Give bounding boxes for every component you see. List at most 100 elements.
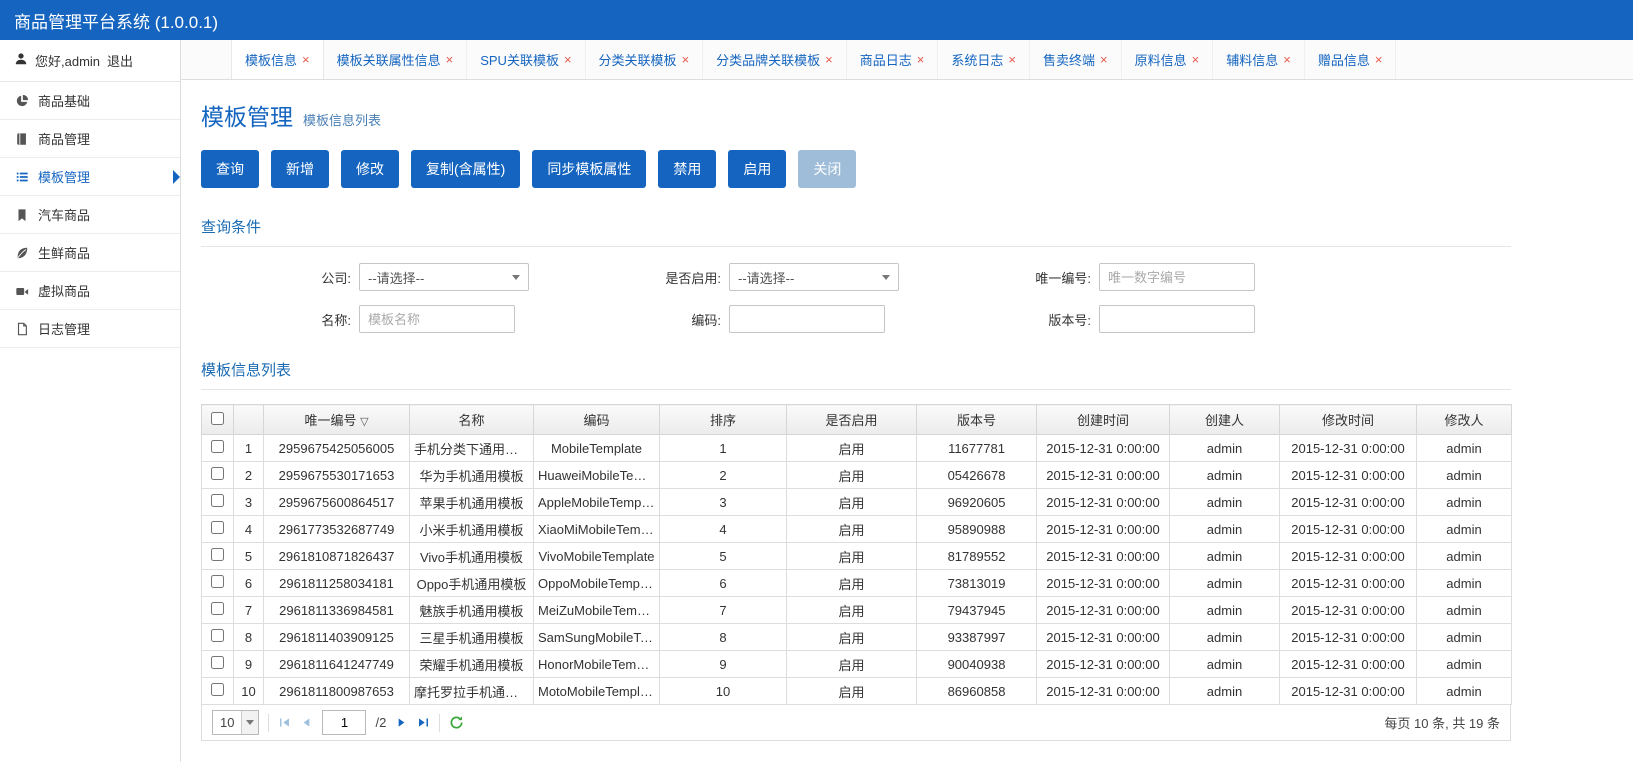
toolbar: 查询 新增 修改 复制(含属性) 同步模板属性 禁用 启用 关闭 xyxy=(201,150,1633,188)
table-row[interactable]: 4 2961773532687749 小米手机通用模板 XiaoMiMobile… xyxy=(201,515,1512,543)
column-header[interactable]: 编码 xyxy=(533,404,660,435)
first-page-button[interactable] xyxy=(278,716,291,729)
sidebar-item[interactable]: 日志管理 xyxy=(0,310,180,348)
cell-modified: 2015-12-31 0:00:00 xyxy=(1279,677,1417,705)
enable-button[interactable]: 启用 xyxy=(728,150,787,188)
column-header-uid[interactable]: 唯一编号 ▽ xyxy=(263,404,410,435)
index-column-header xyxy=(233,404,264,435)
select-all-checkbox[interactable] xyxy=(211,411,224,425)
sidebar-item[interactable]: 商品基础 xyxy=(0,82,180,120)
column-header[interactable]: 创建时间 xyxy=(1036,404,1170,435)
next-page-button[interactable] xyxy=(395,716,408,729)
tab-close-icon[interactable]: × xyxy=(446,53,454,66)
tab-label: 赠品信息 xyxy=(1317,53,1370,68)
page-input[interactable] xyxy=(322,710,367,735)
row-checkbox[interactable] xyxy=(211,683,224,696)
table-row[interactable]: 3 2959675600864517 苹果手机通用模板 AppleMobileT… xyxy=(201,488,1512,516)
column-header[interactable]: 是否启用 xyxy=(786,404,917,435)
column-header[interactable]: 创建人 xyxy=(1169,404,1280,435)
sync-template-attrs-button[interactable]: 同步模板属性 xyxy=(532,150,647,188)
table-row[interactable]: 8 2961811403909125 三星手机通用模板 SamSungMobil… xyxy=(201,623,1512,651)
table-row[interactable]: 2 2959675530171653 华为手机通用模板 HuaweiMobile… xyxy=(201,461,1512,489)
cell-enabled-status: 启用 xyxy=(786,515,917,543)
table-row[interactable]: 6 2961811258034181 Oppo手机通用模板 OppoMobile… xyxy=(201,569,1512,597)
uid-label: 唯一编号: xyxy=(1035,270,1091,286)
tab[interactable]: 辅料信息 × xyxy=(1213,40,1305,79)
tab[interactable]: 分类关联模板 × xyxy=(586,40,704,79)
sidebar-item[interactable]: 虚拟商品 xyxy=(0,272,180,310)
cell-sort: 10 xyxy=(659,677,787,705)
cell-sort: 5 xyxy=(659,542,787,570)
page-size-select[interactable]: 10 xyxy=(212,710,260,735)
tab-close-icon[interactable]: × xyxy=(302,53,310,66)
column-header[interactable]: 修改时间 xyxy=(1279,404,1417,435)
table-row[interactable]: 9 2961811641247749 荣耀手机通用模板 HonorMobileT… xyxy=(201,650,1512,678)
cell-uid: 2961773532687749 xyxy=(263,515,410,543)
row-checkbox[interactable] xyxy=(211,467,224,480)
column-header[interactable]: 修改人 xyxy=(1416,404,1512,435)
cell-creator: admin xyxy=(1169,677,1280,705)
cell-modified: 2015-12-31 0:00:00 xyxy=(1279,434,1417,462)
tab-close-icon[interactable]: × xyxy=(1008,53,1016,66)
tab-close-icon[interactable]: × xyxy=(917,53,925,66)
logout-link[interactable]: 退出 xyxy=(107,51,133,70)
cell-name: 小米手机通用模板 xyxy=(409,515,534,543)
tab[interactable]: 赠品信息 × xyxy=(1305,40,1397,79)
tab-close-icon[interactable]: × xyxy=(564,53,572,66)
row-checkbox[interactable] xyxy=(211,656,224,669)
cell-sort: 6 xyxy=(659,569,787,597)
cell-sort: 9 xyxy=(659,650,787,678)
row-checkbox[interactable] xyxy=(211,521,224,534)
refresh-button[interactable] xyxy=(449,715,464,730)
tab[interactable]: 模板信息 × xyxy=(231,40,324,79)
column-header[interactable]: 名称 xyxy=(409,404,534,435)
tab[interactable]: SPU关联模板 × xyxy=(467,40,586,79)
code-input[interactable] xyxy=(729,305,885,333)
company-select[interactable]: --请选择-- xyxy=(359,263,529,291)
sidebar-item[interactable]: 生鲜商品 xyxy=(0,234,180,272)
version-input[interactable] xyxy=(1099,305,1255,333)
row-checkbox[interactable] xyxy=(211,494,224,507)
uid-input[interactable] xyxy=(1099,263,1255,291)
sidebar-item[interactable]: 模板管理 xyxy=(0,158,180,196)
edit-button[interactable]: 修改 xyxy=(341,150,399,188)
tab-close-icon[interactable]: × xyxy=(1192,53,1200,66)
row-checkbox[interactable] xyxy=(211,440,224,453)
tab-close-icon[interactable]: × xyxy=(682,53,690,66)
tab-close-icon[interactable]: × xyxy=(1375,53,1383,66)
query-button[interactable]: 查询 xyxy=(201,150,259,188)
column-header[interactable]: 版本号 xyxy=(916,404,1037,435)
table-row[interactable]: 1 2959675425056005 手机分类下通用模板 MobileTempl… xyxy=(201,434,1512,462)
prev-page-button[interactable] xyxy=(300,716,313,729)
tab-close-icon[interactable]: × xyxy=(825,53,833,66)
row-checkbox[interactable] xyxy=(211,575,224,588)
cell-index: 6 xyxy=(233,569,264,597)
tab[interactable]: 分类品牌关联模板 × xyxy=(703,40,847,79)
table-row[interactable]: 7 2961811336984581 魅族手机通用模板 MeiZuMobileT… xyxy=(201,596,1512,624)
disable-button[interactable]: 禁用 xyxy=(658,150,717,188)
add-button[interactable]: 新增 xyxy=(271,150,329,188)
table-row[interactable]: 5 2961810871826437 Vivo手机通用模板 VivoMobile… xyxy=(201,542,1512,570)
row-checkbox[interactable] xyxy=(211,548,224,561)
close-button[interactable]: 关闭 xyxy=(798,150,857,188)
cell-enabled-status: 启用 xyxy=(786,596,917,624)
tab[interactable]: 商品日志 × xyxy=(847,40,939,79)
tab-close-icon[interactable]: × xyxy=(1283,53,1291,66)
copy-with-attrs-button[interactable]: 复制(含属性) xyxy=(411,150,521,188)
row-checkbox[interactable] xyxy=(211,629,224,642)
column-header[interactable]: 排序 xyxy=(659,404,787,435)
enabled-select[interactable]: --请选择-- xyxy=(729,263,899,291)
tab[interactable]: 售卖终端 × xyxy=(1030,40,1122,79)
table-row[interactable]: 10 2961811800987653 摩托罗拉手机通用模板 MotoMobil… xyxy=(201,677,1512,705)
sidebar-item[interactable]: 汽车商品 xyxy=(0,196,180,234)
cell-modifier: admin xyxy=(1416,488,1512,516)
sidebar-item[interactable]: 商品管理 xyxy=(0,120,180,158)
tab[interactable]: 系统日志 × xyxy=(938,40,1030,79)
tab[interactable]: 原料信息 × xyxy=(1122,40,1214,79)
last-page-button[interactable] xyxy=(417,716,430,729)
tab[interactable]: 模板关联属性信息 × xyxy=(324,40,468,79)
row-checkbox[interactable] xyxy=(211,602,224,615)
name-input[interactable] xyxy=(359,305,515,333)
cell-modifier: admin xyxy=(1416,650,1512,678)
tab-close-icon[interactable]: × xyxy=(1100,53,1108,66)
